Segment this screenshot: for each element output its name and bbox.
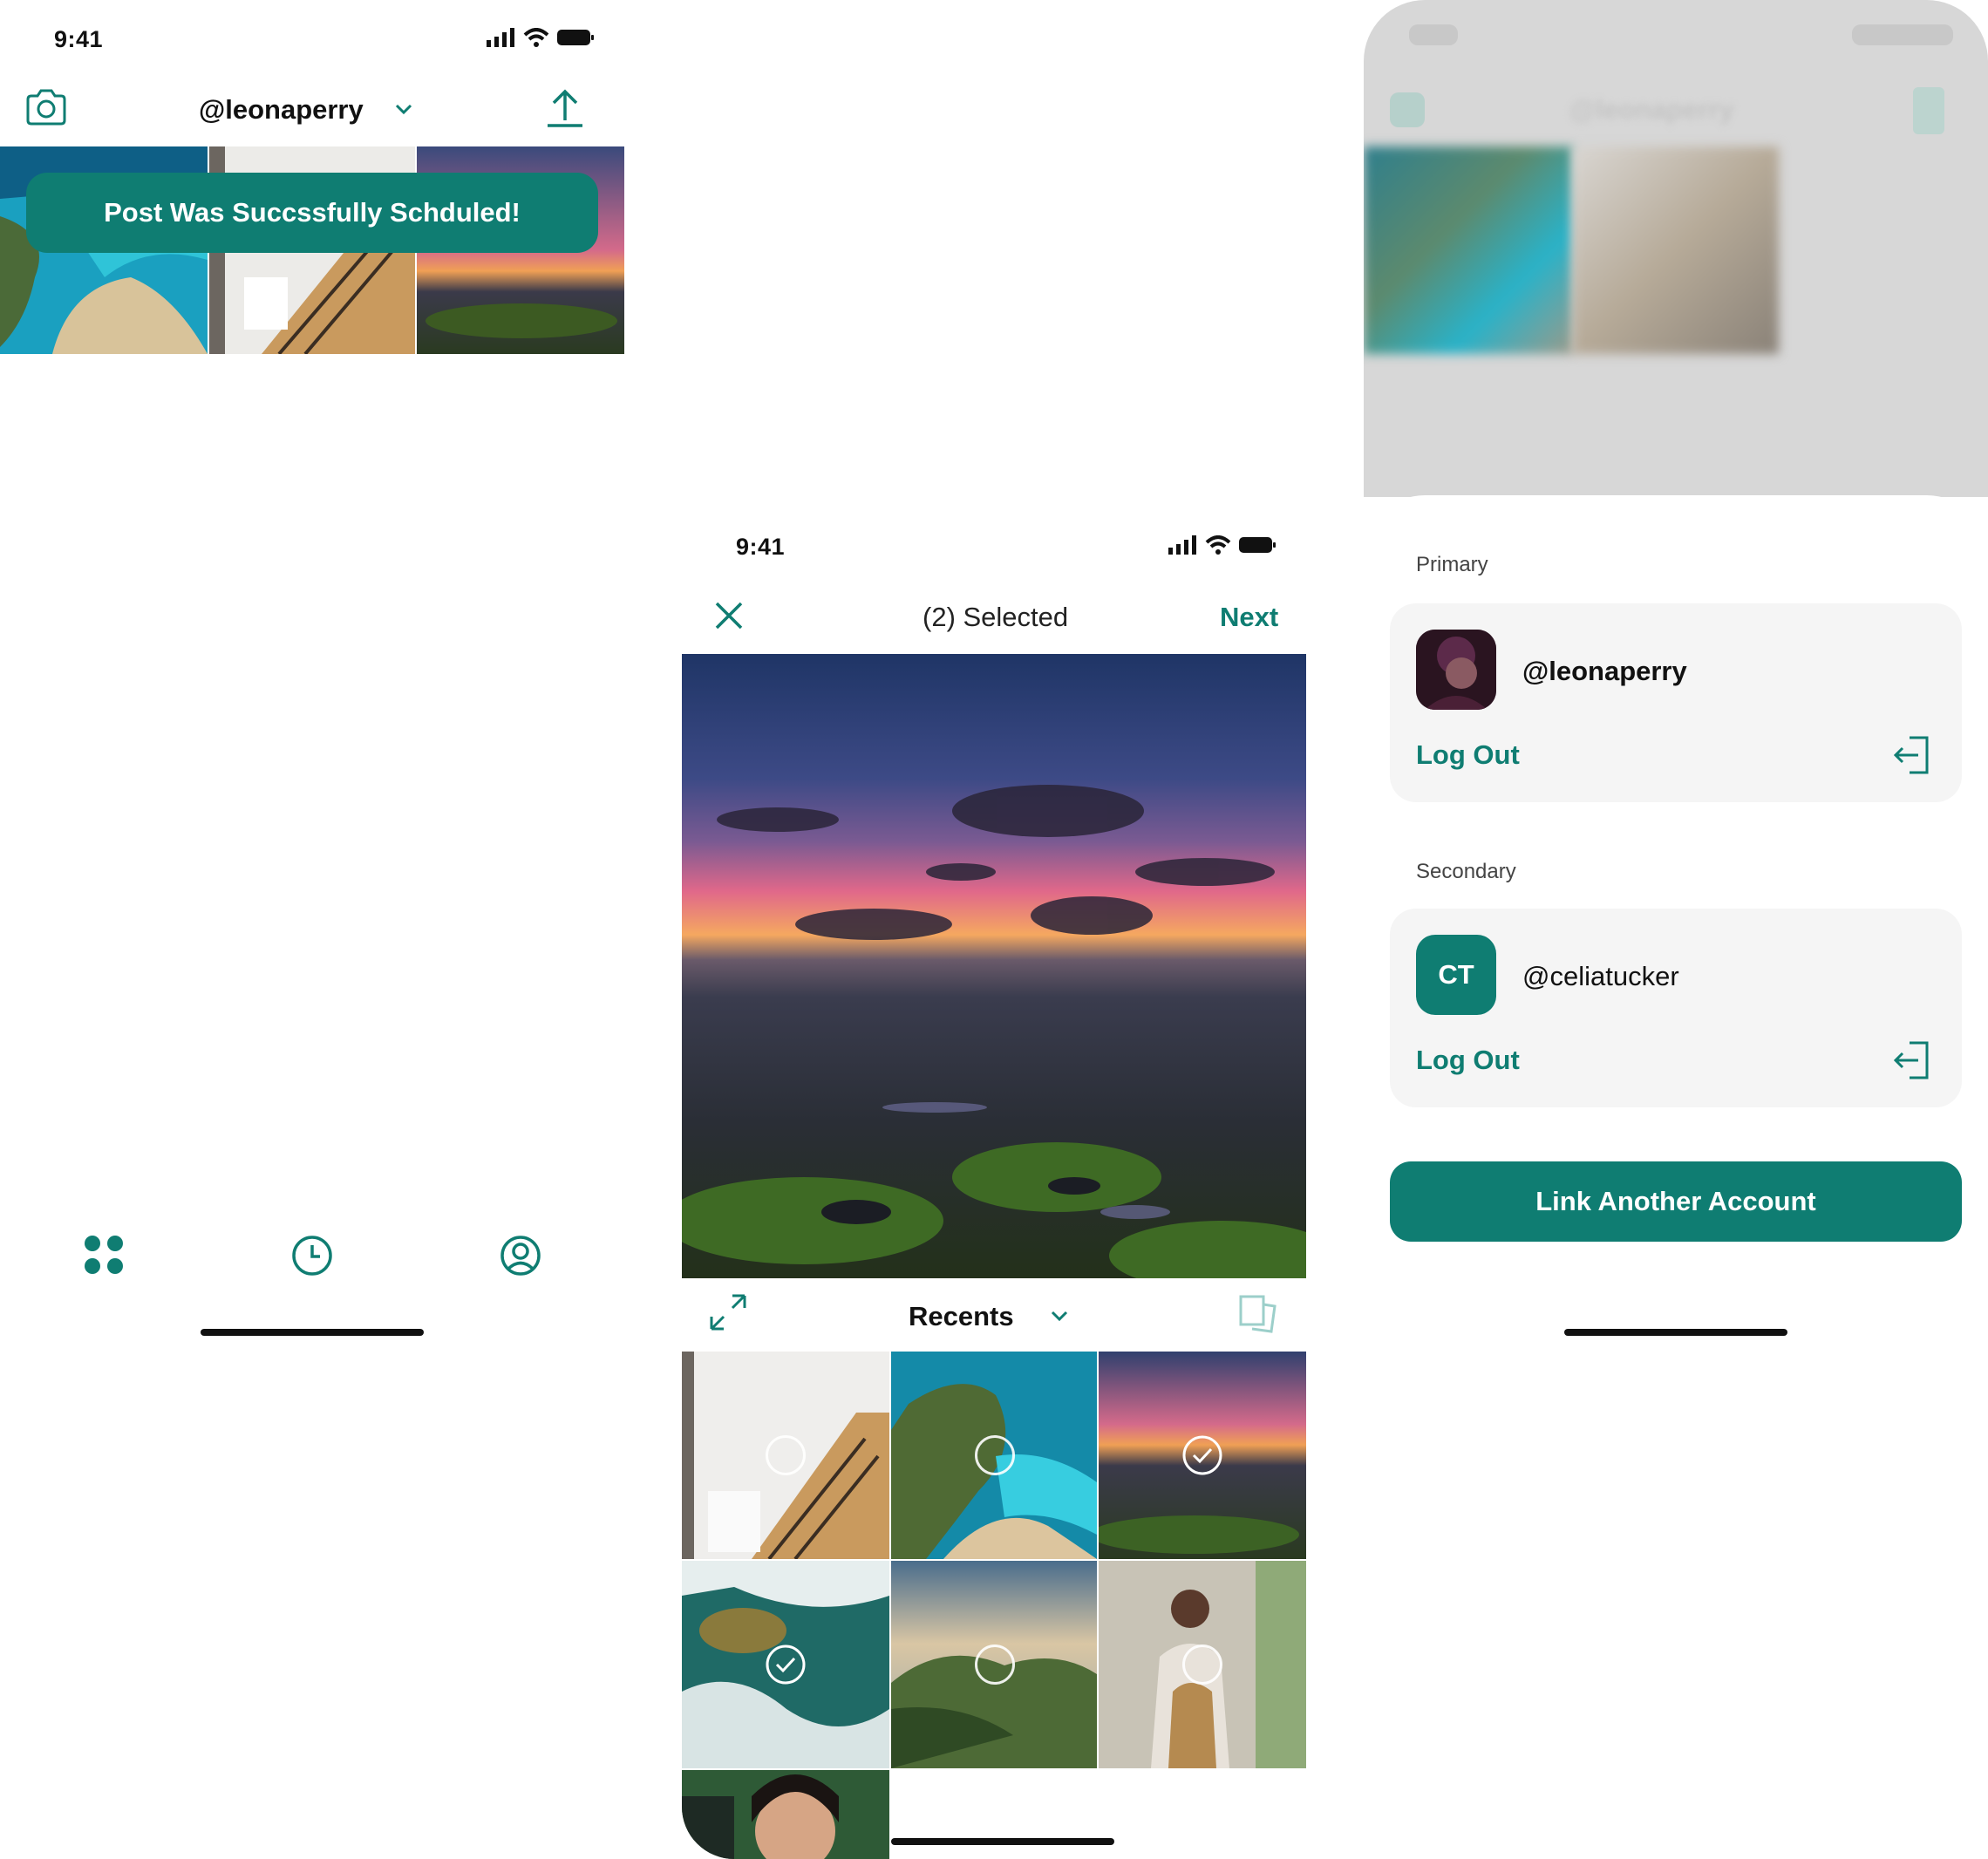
album-selector[interactable]: Recents xyxy=(909,1301,1014,1332)
blurred-thumbnail xyxy=(1573,146,1779,354)
primary-label: Primary xyxy=(1416,553,1488,576)
signal-icon xyxy=(1168,535,1196,555)
select-circle[interactable] xyxy=(975,1435,1015,1475)
secondary-logout-link[interactable]: Log Out xyxy=(1416,1045,1520,1076)
media-thumbnail[interactable] xyxy=(682,1770,889,1859)
status-time: 9:41 xyxy=(54,26,104,52)
home-indicator xyxy=(1564,1329,1787,1336)
select-circle[interactable] xyxy=(975,1644,1015,1685)
blurred-background: @leonaperry xyxy=(1364,0,1988,497)
battery-icon xyxy=(1239,537,1276,553)
upload-button[interactable] xyxy=(542,87,588,133)
bottom-sheet: Primary @leonaperry Log Out Secondary CT… xyxy=(1364,495,1988,1360)
wifi-icon xyxy=(523,28,549,47)
feed-screen: 9:41 @leonaperry Post Was Succssfully Sc… xyxy=(0,0,624,1360)
upload-icon xyxy=(548,89,582,127)
camera-icon xyxy=(1390,92,1425,127)
primary-logout-link[interactable]: Log Out xyxy=(1416,739,1520,771)
grid-icon[interactable] xyxy=(84,1235,124,1275)
primary-account-card[interactable]: @leonaperry Log Out xyxy=(1390,603,1962,802)
avatar xyxy=(1416,630,1496,710)
check-circle-icon[interactable] xyxy=(1182,1435,1222,1475)
battery-icon xyxy=(557,30,594,45)
blurred-username: @leonaperry xyxy=(1569,94,1734,125)
primary-handle: @leonaperry xyxy=(1522,656,1687,686)
blurred-thumbnail xyxy=(1364,146,1573,354)
account-switcher[interactable]: @leonaperry xyxy=(199,94,364,126)
secondary-handle: @celiatucker xyxy=(1522,961,1679,991)
select-circle[interactable] xyxy=(1182,1644,1222,1685)
check-circle-icon[interactable] xyxy=(766,1644,806,1685)
woman-smiling-image xyxy=(682,1770,889,1859)
status-icons xyxy=(487,28,595,47)
camera-button[interactable] xyxy=(24,87,68,132)
secondary-account-card[interactable]: CT @celiatucker Log Out xyxy=(1390,909,1962,1107)
home-indicator xyxy=(891,1838,1114,1845)
profile-icon[interactable] xyxy=(500,1235,541,1277)
success-toast: Post Was Succssfully Schduled! xyxy=(26,173,598,253)
next-button[interactable]: Next xyxy=(1220,602,1278,633)
status-icons-blurred xyxy=(1852,24,1953,45)
sunset-rocks-preview-image xyxy=(682,654,1306,1278)
selection-count: (2) Selected xyxy=(923,602,1069,632)
upload-icon xyxy=(1913,87,1944,134)
expand-icon[interactable] xyxy=(708,1292,748,1332)
media-picker-screen: 9:41 (2) Selected Next Recents xyxy=(682,507,1306,1859)
selected-preview xyxy=(682,654,1306,1278)
secondary-label: Secondary xyxy=(1416,860,1516,883)
chevron-down-icon[interactable] xyxy=(1050,1310,1069,1322)
avatar-photo xyxy=(1416,630,1496,710)
accounts-screen: @leonaperry Primary @leonaperry Log Out xyxy=(1364,0,1988,1360)
camera-icon xyxy=(26,89,66,126)
select-circle[interactable] xyxy=(766,1435,806,1475)
logout-icon[interactable] xyxy=(1890,734,1932,776)
clock-icon[interactable] xyxy=(291,1235,333,1277)
wifi-icon xyxy=(1205,535,1231,555)
close-icon[interactable] xyxy=(713,600,745,631)
initials-avatar: CT xyxy=(1416,935,1496,1015)
status-time: 9:41 xyxy=(736,534,786,560)
chevron-down-icon[interactable] xyxy=(394,103,413,115)
status-icons xyxy=(1168,535,1277,555)
logout-icon[interactable] xyxy=(1890,1039,1932,1081)
status-time-blurred xyxy=(1409,24,1458,45)
multi-select-icon[interactable] xyxy=(1238,1294,1278,1334)
signal-icon xyxy=(487,28,514,47)
link-account-button[interactable]: Link Another Account xyxy=(1390,1161,1962,1242)
home-indicator xyxy=(201,1329,424,1336)
